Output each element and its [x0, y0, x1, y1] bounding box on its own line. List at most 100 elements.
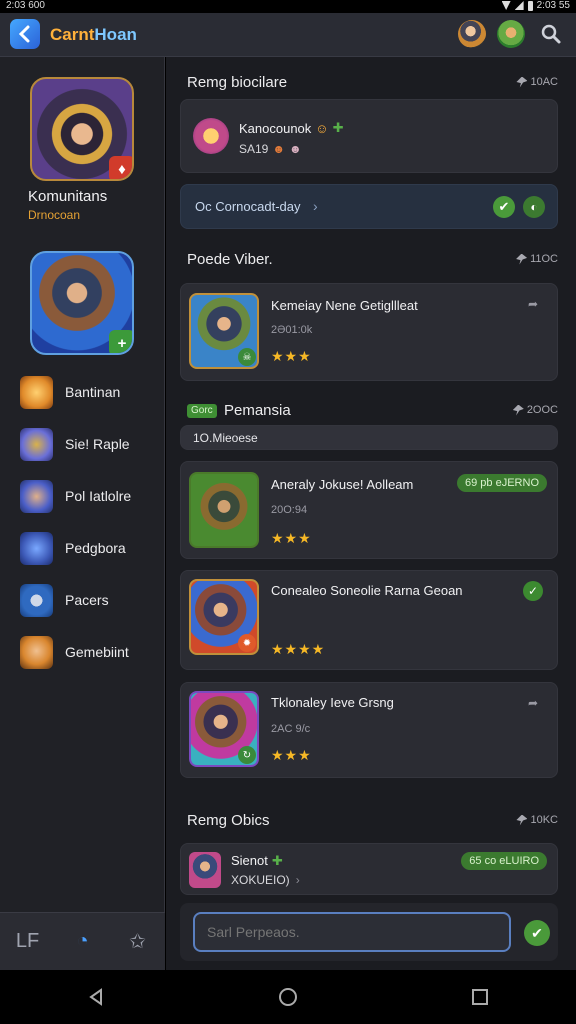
footer-title: Sienot	[231, 853, 268, 868]
send-button[interactable]: ✔	[524, 920, 550, 946]
featured-thumbnail: ☠	[189, 293, 259, 369]
section-title: Remg biocilare	[187, 74, 288, 91]
item-thumbnail: ✹	[189, 579, 259, 655]
leaf-icon: ✚	[271, 853, 283, 868]
sidebar-item-iatlolre[interactable]: Pol Iatlolre	[20, 479, 160, 513]
warrior-icon	[20, 635, 53, 669]
footer-card[interactable]: Sienot ✚ XOKUEIO) › 65 co eLUIRO	[180, 843, 558, 895]
plus-icon: +	[109, 330, 132, 353]
nav-recents-icon[interactable]	[471, 988, 489, 1006]
chevron-right-icon: ›	[313, 198, 318, 214]
featured-title: Kemeiay Nene Getigllleat	[271, 298, 418, 313]
item-subtitle: 20O:94	[271, 504, 308, 516]
search-input[interactable]	[193, 912, 511, 952]
list-item[interactable]: ↻ Tklonaley Ieve Grsng 2AC 9/c ★★★ ➦	[180, 682, 558, 778]
item-thumbnail	[189, 472, 259, 548]
app-title: CarntHoan	[50, 25, 137, 45]
featured-card[interactable]: ☠ Kemeiay Nene Getigllleat 2Ə01:0k ★★★ ➦	[180, 283, 558, 381]
section-title: Poede Viber.	[187, 251, 273, 268]
list-item[interactable]: Aneraly Jokuse! Aolleam 20O:94 ★★★ 69 pb…	[180, 461, 558, 559]
emoji-icon: ☺	[315, 120, 329, 136]
search-bar-container: ✔	[180, 903, 558, 961]
avatar[interactable]	[458, 20, 486, 48]
share-icon[interactable]: ➦	[523, 294, 543, 314]
tab-lf[interactable]: LF	[13, 930, 43, 953]
section-meta-text: 11OC	[530, 253, 558, 265]
section-title: Remg Obics	[187, 812, 270, 829]
mech-icon	[20, 427, 53, 461]
pin-icon	[516, 814, 528, 826]
hero-card-primary[interactable]: ♦	[30, 77, 134, 181]
battery-icon	[527, 0, 533, 11]
knight-icon	[20, 479, 53, 513]
toggle-icon[interactable]: ◐	[523, 196, 545, 218]
clover-icon: ✚	[332, 120, 344, 135]
pin-icon	[512, 404, 524, 416]
filter-text: 1O.Mieoese	[193, 431, 258, 445]
item-subtitle: 2AC 9/c	[271, 723, 311, 735]
check-icon[interactable]: ✓	[523, 581, 543, 601]
sidebar-item-raple[interactable]: Sie! Raple	[20, 427, 160, 461]
status-left-text: 2:03 600	[6, 0, 45, 11]
sidebar: ♦ Komunitans Drnocoan + Bantinan Sie! Ra…	[0, 57, 165, 970]
check-icon: ✔	[531, 925, 543, 941]
home-icon[interactable]: ◔	[68, 930, 98, 953]
sidebar-item-pacers[interactable]: Pacers	[20, 583, 160, 617]
filter-bar[interactable]: 1O.Mieoese	[180, 425, 558, 450]
sidebar-item-label: Pedgbora	[65, 540, 126, 556]
rating-stars: ★★★	[271, 348, 312, 364]
star-icon[interactable]: ✩	[123, 929, 153, 954]
item-title: Aneraly Jokuse! Aolleam	[271, 477, 414, 492]
avatar	[193, 118, 229, 154]
status-bar: 2:03 600 2:03 55	[0, 0, 576, 13]
item-thumbnail: ↻	[189, 691, 259, 767]
sidebar-item-pedgbora[interactable]: Pedgbora	[20, 531, 160, 565]
sidebar-item-label: Gemebiint	[65, 644, 129, 660]
notice-title: Kanocounok	[239, 120, 312, 136]
chevron-right-icon: ›	[295, 873, 300, 887]
section-meta: 2OOC	[512, 404, 558, 416]
pin-icon	[516, 253, 528, 265]
sidebar-tabbar: LF ◔ ✩	[0, 912, 165, 970]
sidebar-item-label: Pol Iatlolre	[65, 488, 132, 504]
face-icon-2: ☻	[289, 142, 302, 156]
share-icon[interactable]: ➦	[523, 693, 543, 713]
status-badge: 65 co eLUIRO	[461, 852, 547, 870]
sidebar-item-gemebiint[interactable]: Gemebiint	[20, 635, 160, 669]
wifi-icon	[501, 1, 511, 10]
avatar	[189, 852, 221, 888]
section-title: Pemansia	[224, 402, 291, 419]
section-meta: 10KC	[516, 814, 558, 826]
section-meta: 11OC	[516, 253, 558, 265]
status-badge: 69 pb eJERNO	[457, 474, 547, 492]
check-icon[interactable]: ✔	[493, 196, 515, 218]
orb-icon	[20, 583, 53, 617]
rating-stars: ★★★★	[271, 641, 326, 657]
notice-card[interactable]: Kanocounok ☺ ✚ SA19 ☻ ☻	[180, 99, 558, 173]
status-right-text: 2:03 55	[536, 0, 570, 11]
list-item[interactable]: ✹ Conealeo Soneolie Rarna Geoan ★★★★ ✓	[180, 570, 558, 670]
section-badge: Gorc	[187, 404, 217, 418]
system-nav-bar	[0, 970, 576, 1024]
signal-icon	[514, 1, 524, 10]
hero-card-secondary[interactable]: +	[30, 251, 134, 355]
sword-icon	[20, 531, 53, 565]
back-button[interactable]	[10, 19, 40, 49]
pin-icon	[516, 76, 528, 88]
command-bar[interactable]: Oc Cornocadt-day › ✔ ◐	[180, 184, 558, 229]
nav-back-icon[interactable]	[87, 988, 105, 1006]
sidebar-item-bantinan[interactable]: Bantinan	[20, 375, 160, 409]
flame-icon	[20, 375, 53, 409]
nav-home-icon[interactable]	[278, 987, 298, 1007]
section-meta-text: 10KC	[530, 814, 558, 826]
avatar-secondary[interactable]	[497, 20, 525, 48]
fire-icon: ✹	[238, 634, 256, 652]
face-icon: ☻	[272, 142, 285, 156]
section-meta: 10AC	[516, 76, 558, 88]
item-title: Tklonaley Ieve Grsng	[271, 695, 394, 710]
status-right: 2:03 55	[501, 0, 570, 11]
sidebar-item-label: Sie! Raple	[65, 436, 130, 452]
search-icon[interactable]	[540, 23, 562, 45]
sidebar-item-label: Pacers	[65, 592, 109, 608]
section-meta-text: 10AC	[530, 76, 558, 88]
